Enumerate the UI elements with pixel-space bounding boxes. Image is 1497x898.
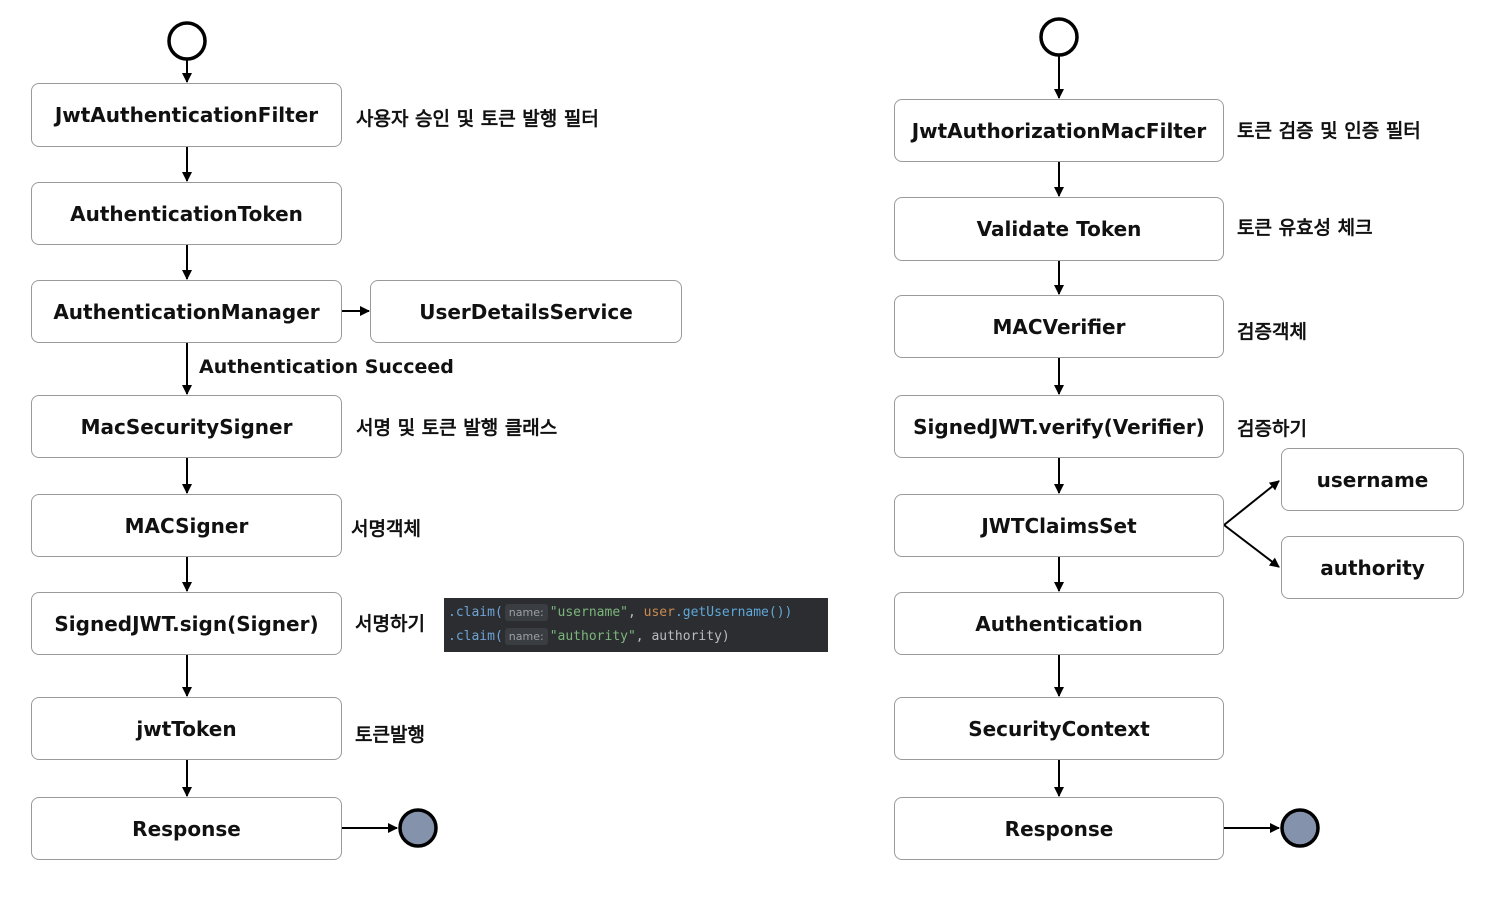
code-param-hint: name: xyxy=(504,604,548,621)
note-mac-signer: 서명객체 xyxy=(351,518,421,540)
node-mac-verifier: MACVerifier xyxy=(894,295,1224,358)
code-param-hint: name: xyxy=(504,628,548,645)
node-signed-jwt-sign: SignedJWT.sign(Signer) xyxy=(31,592,342,655)
node-claim-username: username xyxy=(1281,448,1464,511)
code-rest: authority) xyxy=(651,629,730,644)
node-user-details-service: UserDetailsService xyxy=(370,280,682,343)
code-call: .getUsername()) xyxy=(674,605,793,620)
node-jwt-authentication-filter: JwtAuthenticationFilter xyxy=(31,83,342,147)
note-jwt-token: 토큰발행 xyxy=(355,724,425,746)
node-left-response: Response xyxy=(31,797,342,860)
node-authentication-token: AuthenticationToken xyxy=(31,182,342,245)
code-separator: , xyxy=(635,629,652,644)
edge-label-authentication-succeed: Authentication Succeed xyxy=(199,356,454,378)
node-right-response: Response xyxy=(894,797,1224,860)
node-jwt-authorization-mac-filter: JwtAuthorizationMacFilter xyxy=(894,99,1224,162)
node-mac-security-signer: MacSecuritySigner xyxy=(31,395,342,458)
node-authentication-manager: AuthenticationManager xyxy=(31,280,342,343)
node-jwt-token: jwtToken xyxy=(31,697,342,760)
note-validate-token: 토큰 유효성 체크 xyxy=(1237,217,1373,239)
node-authentication: Authentication xyxy=(894,592,1224,655)
code-string: "authority" xyxy=(549,629,636,644)
code-method: .claim( xyxy=(448,629,503,644)
right-arrow-claim-authority xyxy=(1223,524,1280,568)
node-jwt-claims-set: JWTClaimsSet xyxy=(894,494,1224,557)
code-string: "username" xyxy=(549,605,628,620)
right-arrow-claim-username xyxy=(1223,480,1280,526)
left-end-node xyxy=(398,808,438,848)
code-snippet: .claim(name: "username", user.getUsername… xyxy=(444,598,828,652)
right-end-node xyxy=(1280,808,1320,848)
code-line-authority: .claim(name: "authority", authority) xyxy=(448,625,828,649)
left-start-node xyxy=(167,21,207,61)
note-jwt-authentication-filter: 사용자 승인 및 토큰 발행 필터 xyxy=(356,108,599,130)
node-validate-token: Validate Token xyxy=(894,197,1224,261)
note-mac-verifier: 검증객체 xyxy=(1237,321,1307,343)
node-security-context: SecurityContext xyxy=(894,697,1224,760)
node-signed-jwt-verify: SignedJWT.verify(Verifier) xyxy=(894,395,1224,458)
note-mac-security-signer: 서명 및 토큰 발행 클래스 xyxy=(356,417,558,439)
code-variable: user xyxy=(643,605,675,620)
code-separator: , xyxy=(627,605,644,620)
note-signed-jwt-verify: 검증하기 xyxy=(1237,418,1307,440)
node-mac-signer: MACSigner xyxy=(31,494,342,557)
code-line-username: .claim(name: "username", user.getUsername… xyxy=(448,601,828,625)
note-signed-jwt-sign: 서명하기 xyxy=(355,613,425,635)
code-method: .claim( xyxy=(448,605,503,620)
right-start-node xyxy=(1039,17,1079,57)
note-jwt-authorization-mac-filter: 토큰 검증 및 인증 필터 xyxy=(1237,120,1421,142)
node-claim-authority: authority xyxy=(1281,536,1464,599)
